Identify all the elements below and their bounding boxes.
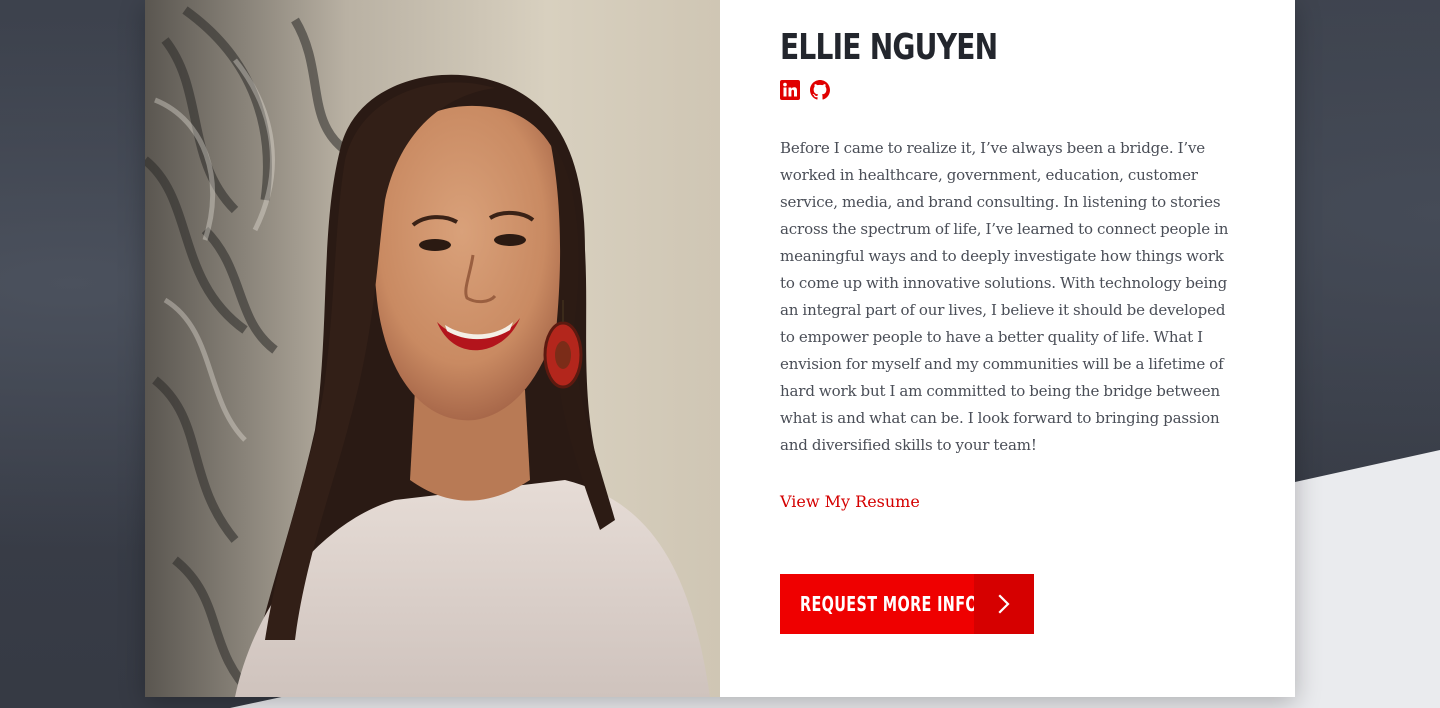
profile-bio: Before I came to realize it, I’ve always… — [780, 139, 1229, 454]
social-links — [780, 80, 1235, 100]
view-resume-link[interactable]: View My Resume — [780, 492, 920, 511]
request-more-info-button[interactable]: REQUEST MORE INFO — [780, 574, 1034, 634]
cta-arrow-box — [974, 574, 1034, 634]
portrait-illustration — [145, 0, 720, 697]
profile-name: ELLIE NGUYEN — [780, 27, 998, 68]
profile-photo — [145, 0, 720, 697]
linkedin-link[interactable] — [780, 80, 800, 100]
linkedin-icon — [780, 80, 800, 100]
profile-card: ELLIE NGUYEN Before I came to realize it… — [145, 0, 1295, 697]
github-link[interactable] — [810, 80, 830, 100]
profile-content: ELLIE NGUYEN Before I came to realize it… — [720, 0, 1295, 697]
github-icon — [810, 80, 830, 100]
chevron-right-icon — [998, 594, 1010, 614]
request-more-info-label: REQUEST MORE INFO — [800, 592, 974, 616]
request-more-info-label-box: REQUEST MORE INFO — [780, 574, 974, 634]
